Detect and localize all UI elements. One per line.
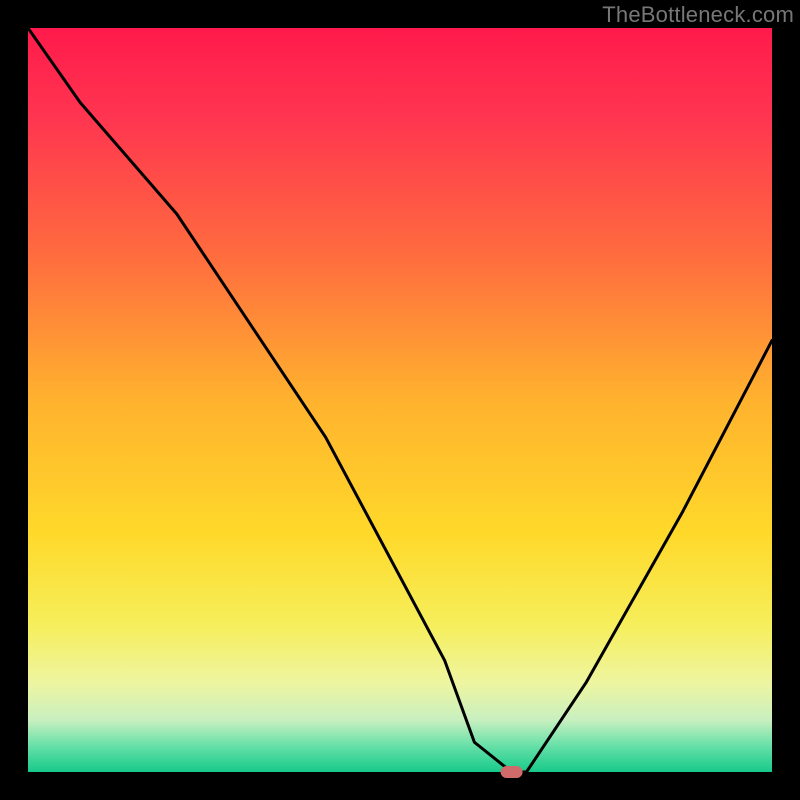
bottleneck-chart bbox=[0, 0, 800, 800]
chart-frame: TheBottleneck.com bbox=[0, 0, 800, 800]
chart-background bbox=[28, 28, 772, 772]
optimal-marker bbox=[501, 766, 523, 778]
watermark-text: TheBottleneck.com bbox=[602, 2, 794, 28]
